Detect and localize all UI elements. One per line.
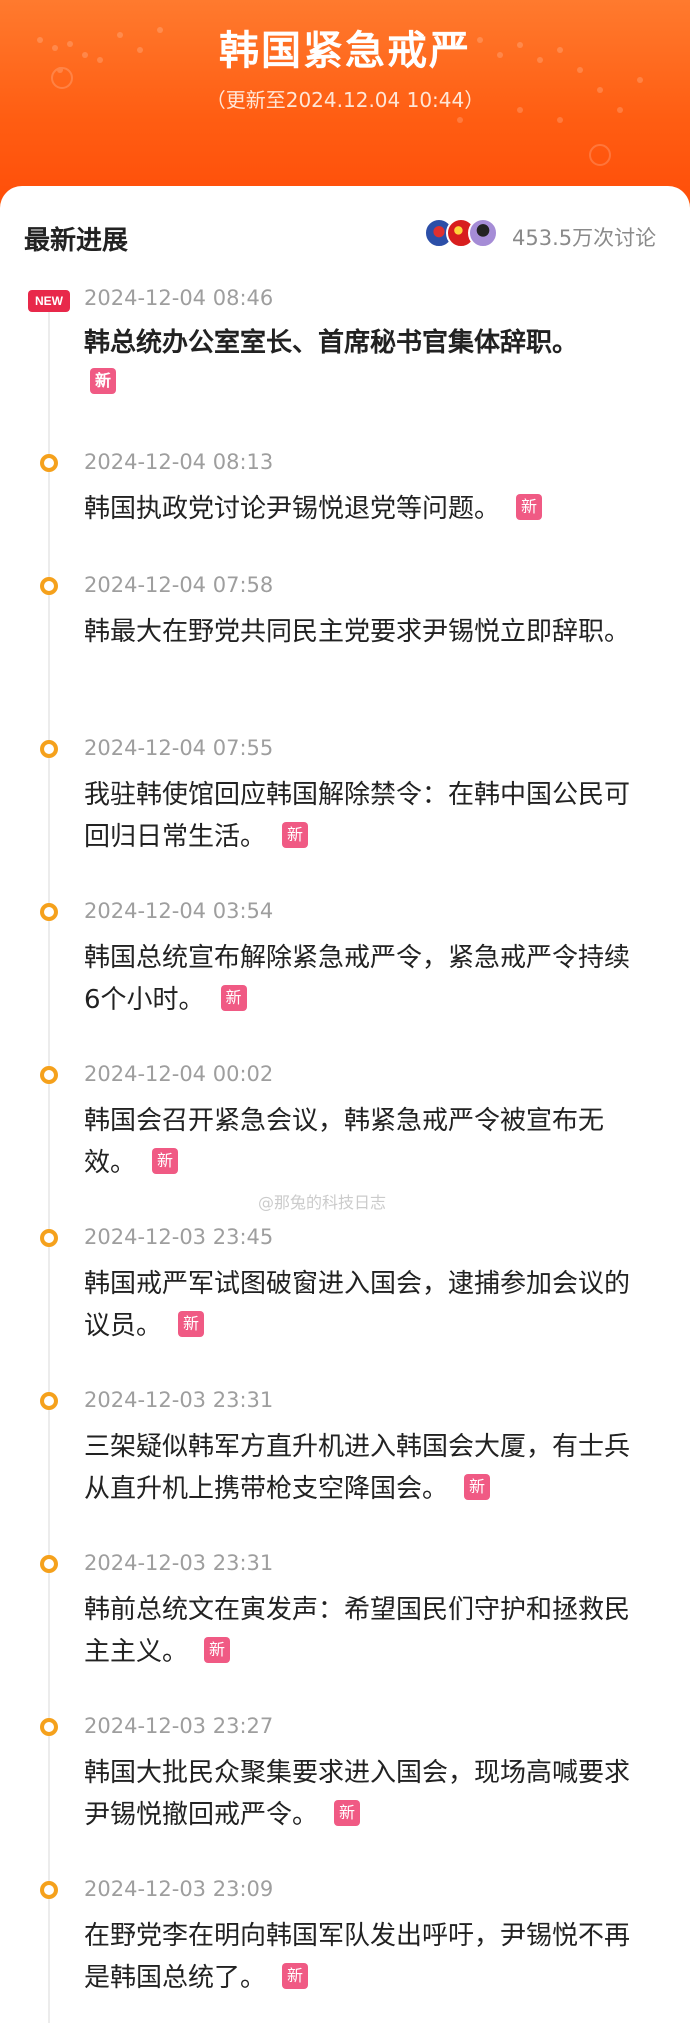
entry-time: 2024-12-03 23:09 [84,1877,274,1901]
new-tag: 新 [204,1636,231,1663]
timeline-line [48,296,50,2023]
timeline-card: 最新进展 453.5万次讨论 NEW 2024-12-04 08:46 韩总统办… [0,186,690,2023]
entry-text: 我驻韩使馆回应韩国解除禁令：在韩中国公民可回归日常生活。新 [84,780,631,852]
new-badge: NEW [28,290,70,312]
timeline-dot [40,454,58,472]
page-title: 韩国紧急戒严 [219,28,471,74]
topic-header: 韩国紧急戒严 （更新至2024.12.04 10:44） [0,0,690,200]
new-tag: 新 [220,984,247,1011]
timeline-dot [40,1555,58,1573]
entry-text: 韩前总统文在寅发声：希望国民们守护和拯救民主主义。新 [84,1595,631,1667]
entry-text: 三架疑似韩军方直升机进入韩国会大厦，有士兵从直升机上携带枪支空降国会。新 [84,1432,631,1504]
entry-text: 韩国戒严军试图破窗进入国会，逮捕参加会议的议员。新 [84,1269,631,1341]
entry-time: 2024-12-04 07:55 [84,736,274,760]
new-tag: 新 [516,493,543,520]
new-tag: 新 [282,821,309,848]
card-header: 最新进展 453.5万次讨论 [0,186,690,276]
entry-time: 2024-12-04 08:46 [84,286,274,310]
timeline-dot [40,1229,58,1247]
new-tag: 新 [464,1473,491,1500]
section-title: 最新进展 [24,226,129,256]
avatar [468,218,498,248]
entry-time: 2024-12-03 23:31 [84,1388,274,1412]
entry-text: 韩最大在野党共同民主党要求尹锡悦立即辞职。 [84,617,631,647]
timeline-dot [40,903,58,921]
new-tag: 新 [282,1962,309,1989]
timeline-dot [40,1066,58,1084]
entry-time: 2024-12-04 03:54 [84,899,274,923]
entry-time: 2024-12-03 23:27 [84,1714,274,1738]
entry-text: 韩国大批民众聚集要求进入国会，现场高喊要求尹锡悦撤回戒严令。新 [84,1758,631,1830]
entry-text: 韩国会召开紧急会议，韩紧急戒严令被宣布无效。新 [84,1106,605,1178]
entry-text: 韩国总统宣布解除紧急戒严令，紧急戒严令持续6个小时。新 [84,943,631,1015]
participant-avatars[interactable] [424,218,504,252]
timeline-dot [40,577,58,595]
entry-text: 在野党李在明向韩国军队发出呼吁，尹锡悦不再是韩国总统了。新 [84,1921,631,1993]
entry-time: 2024-12-03 23:45 [84,1225,274,1249]
watermark: @那兔的科技日志 [258,1193,387,1212]
entry-text: 韩总统办公室室长、首席秘书官集体辞职。 新 [84,322,644,394]
timeline-dot [40,1392,58,1410]
entry-time: 2024-12-04 00:02 [84,1062,274,1086]
timeline-dot [40,740,58,758]
new-tag: 新 [178,1310,205,1337]
entry-text: 韩国执政党讨论尹锡悦退党等问题。新 [84,488,644,530]
new-tag: 新 [152,1147,179,1174]
timeline-dot [40,1718,58,1736]
new-tag: 新 [90,368,116,394]
update-time: （更新至2024.12.04 10:44） [205,88,485,112]
entry-time: 2024-12-03 23:31 [84,1551,274,1575]
entry-time: 2024-12-04 08:13 [84,450,274,474]
entry-time: 2024-12-04 07:58 [84,573,274,597]
new-tag: 新 [334,1799,361,1826]
discussion-count[interactable]: 453.5万次讨论 [512,222,656,252]
timeline-dot [40,1881,58,1899]
